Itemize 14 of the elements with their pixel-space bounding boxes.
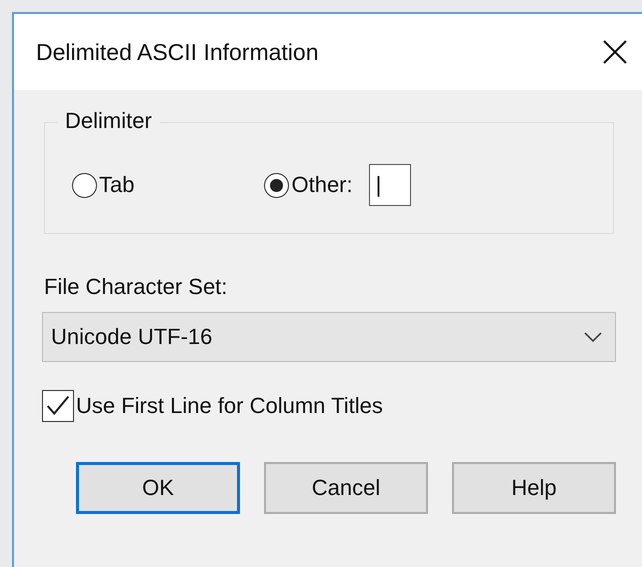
checkbox[interactable] <box>42 390 74 422</box>
chevron-down-icon <box>583 331 603 343</box>
dialog-button[interactable]: Help <box>452 462 616 514</box>
checkbox-label: Use First Line for Column Titles <box>76 393 383 419</box>
dropdown-value: Unicode UTF-16 <box>51 324 212 350</box>
character-set-dropdown[interactable]: Unicode UTF-16 <box>42 312 616 362</box>
dialog-button[interactable]: OK <box>76 462 240 514</box>
close-icon[interactable] <box>602 39 628 65</box>
delimiter-input-field[interactable]: | <box>368 164 411 206</box>
radio-label[interactable]: Tab <box>99 172 134 198</box>
dialog-button[interactable]: Cancel <box>264 462 428 514</box>
window-title: Delimited ASCII Information <box>36 38 319 66</box>
radio-label[interactable]: Other: <box>291 172 353 198</box>
field-label: File Character Set: <box>44 274 228 300</box>
